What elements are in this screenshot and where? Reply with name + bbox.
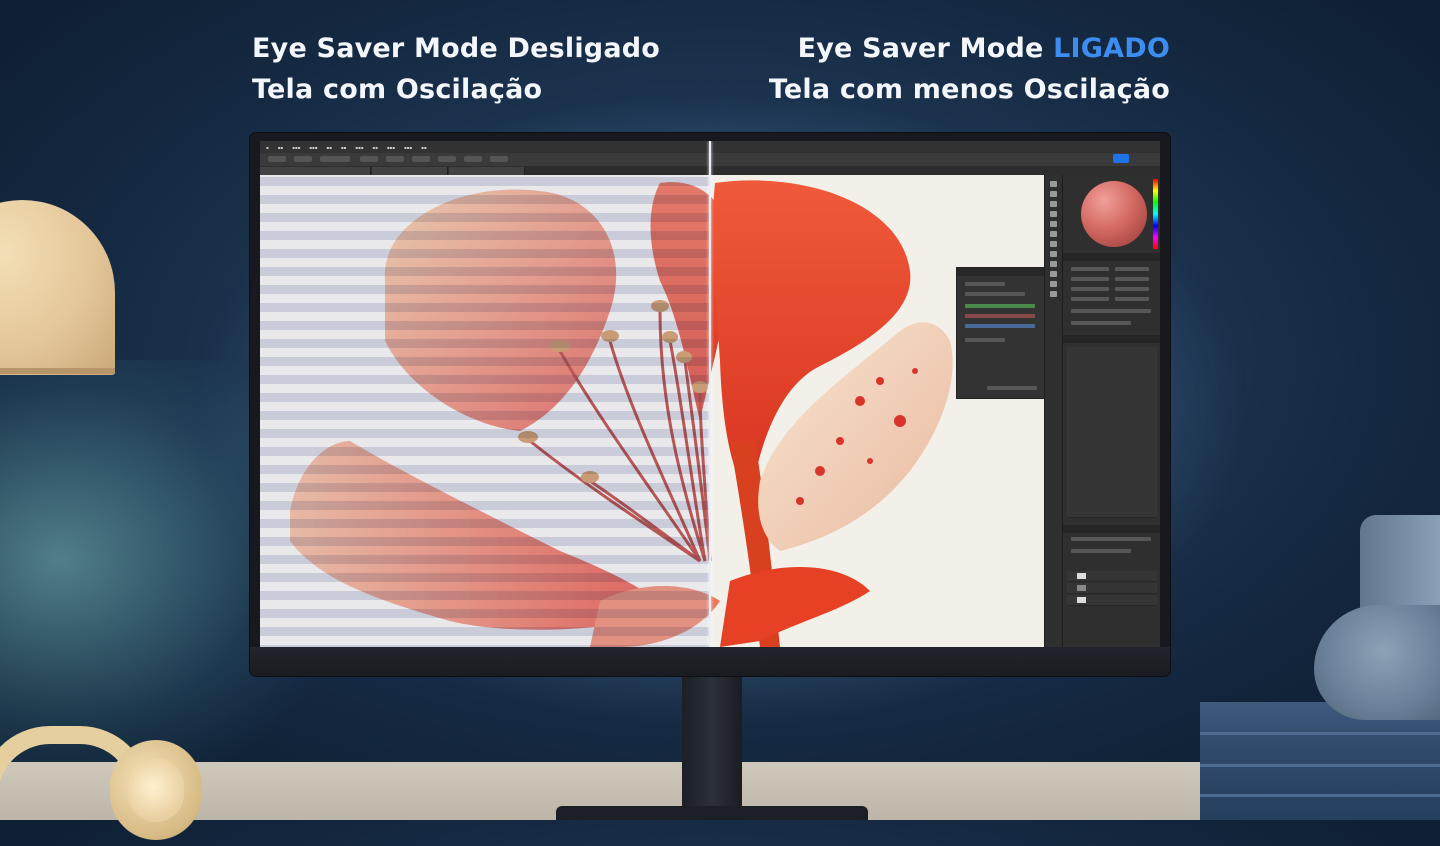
- headline-eye-saver-on: Eye Saver Mode LIGADO Tela com menos Osc…: [769, 28, 1170, 110]
- headline-left-line2: Tela com Oscilação: [252, 74, 543, 105]
- headline-right-line1: Eye Saver Mode LIGADO: [769, 28, 1170, 69]
- tools-bar: [1044, 175, 1063, 647]
- headline-right-prefix: Eye Saver Mode: [797, 33, 1054, 64]
- hue-slider: [1153, 179, 1158, 249]
- headline-left-line1: Eye Saver Mode Desligado: [252, 33, 661, 64]
- headline-right-accent: LIGADO: [1053, 33, 1170, 64]
- headline-right-line2: Tela com menos Oscilação: [768, 74, 1170, 105]
- monitor: ▪ ▪▪ ▪▪▪ ▪▪▪ ▪▪ ▪▪ ▪▪▪ ▪▪ ▪▪▪ ▪▪▪ ▪▪: [250, 133, 1170, 676]
- vase-body: [1314, 605, 1440, 720]
- lamp-rim: [0, 368, 115, 374]
- headline-eye-saver-off: Eye Saver Mode Desligado Tela com Oscila…: [252, 28, 660, 110]
- properties-panel: [956, 267, 1045, 399]
- share-button[interactable]: [1113, 154, 1129, 163]
- monitor-stand: [682, 676, 742, 816]
- flicker-lines: [260, 141, 710, 647]
- monitor-bezel-chin: [250, 647, 1170, 676]
- monitor-screen: ▪ ▪▪ ▪▪▪ ▪▪▪ ▪▪ ▪▪ ▪▪▪ ▪▪ ▪▪▪ ▪▪▪ ▪▪: [260, 141, 1160, 647]
- color-picker: [1081, 181, 1147, 247]
- desk-lamp-icon: [0, 200, 115, 375]
- side-panels: [1062, 175, 1160, 647]
- headphones-icon: [0, 726, 220, 846]
- comparison-divider: [709, 141, 711, 647]
- monitor-stand-base: [556, 806, 868, 820]
